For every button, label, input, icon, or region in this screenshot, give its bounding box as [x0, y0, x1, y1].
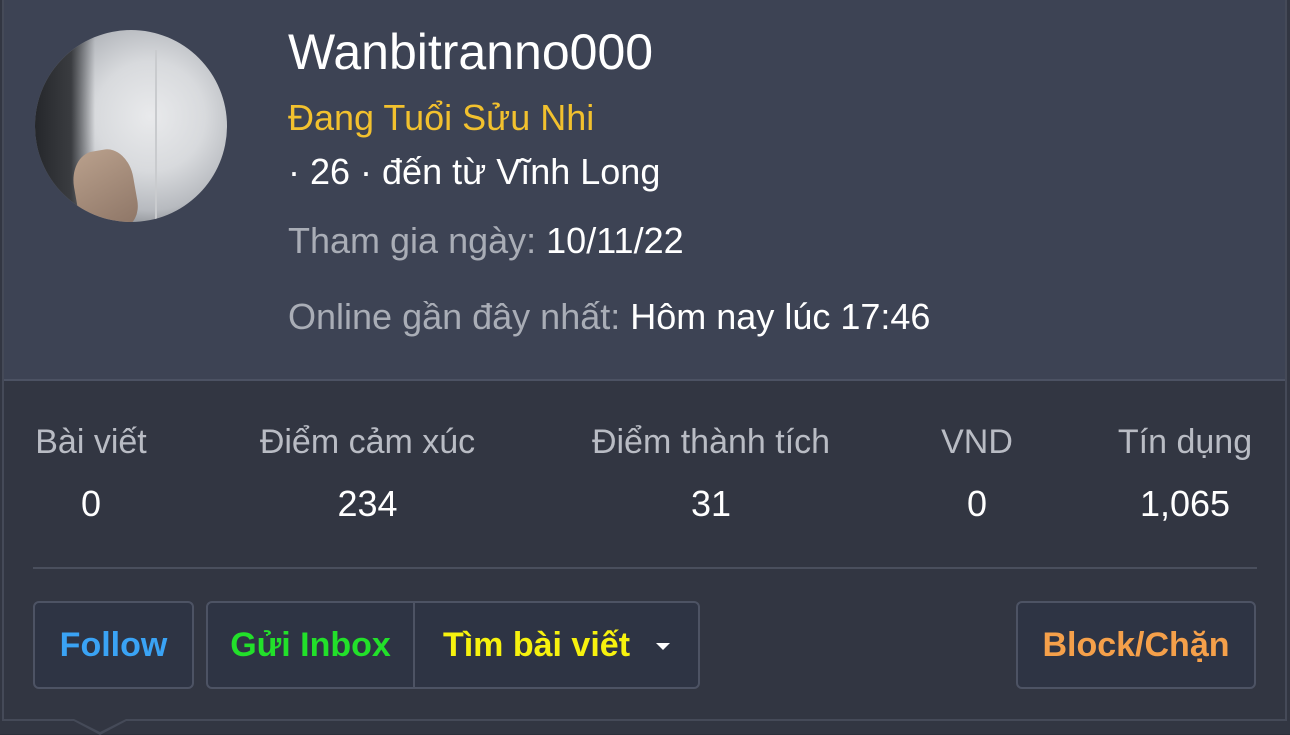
block-button[interactable]: Block/Chặn: [1016, 601, 1256, 689]
stat-label: Tín dụng: [1117, 423, 1253, 461]
stat-value: 1,065: [1139, 483, 1231, 524]
stat-vnd[interactable]: VND 0: [937, 420, 1017, 526]
stat-posts[interactable]: Bài viết 0: [33, 420, 149, 526]
last-online-label: Online gần đây nhất:: [288, 296, 621, 337]
last-online-value: Hôm nay lúc 17:46: [630, 296, 931, 337]
stat-trophy-points[interactable]: Điểm thành tích 31: [585, 420, 837, 526]
avatar[interactable]: [35, 30, 227, 222]
user-info: · 26 · đến từ Vĩnh Long: [288, 151, 661, 192]
stat-label: VND: [941, 423, 1013, 461]
stat-label: Điểm thành tích: [591, 423, 831, 461]
member-tooltip-card: Wanbitranno000 Đang Tuổi Sửu Nhi · 26 · …: [0, 0, 1290, 735]
last-online: Online gần đây nhất: Hôm nay lúc 17:46: [288, 295, 930, 339]
stats-row: Bài viết 0 Điểm cảm xúc 234 Điểm thành t…: [33, 420, 1257, 540]
stat-reactions[interactable]: Điểm cảm xúc 234: [253, 420, 482, 526]
find-posts-dropdown-button[interactable]: Tìm bài viết: [415, 603, 698, 687]
joined-label: Tham gia ngày:: [288, 220, 537, 261]
stat-value: 31: [690, 483, 732, 524]
find-posts-label: Tìm bài viết: [442, 625, 631, 664]
stat-label: Điểm cảm xúc: [259, 423, 476, 461]
send-inbox-button[interactable]: Gửi Inbox: [208, 603, 415, 687]
send-inbox-label: Gửi Inbox: [230, 625, 391, 664]
joined-date: Tham gia ngày: 10/11/22: [288, 219, 684, 263]
stat-value: 0: [80, 483, 102, 524]
stat-credits[interactable]: Tín dụng 1,065: [1113, 420, 1257, 526]
follow-button[interactable]: Follow: [33, 601, 194, 689]
username[interactable]: Wanbitranno000: [288, 22, 653, 82]
action-button-group: Gửi Inbox Tìm bài viết: [206, 601, 700, 689]
stat-value: 234: [337, 483, 398, 524]
profile-header: Wanbitranno000 Đang Tuổi Sửu Nhi · 26 · …: [2, 0, 1287, 381]
caret-down-icon: [656, 642, 671, 650]
user-title: Đang Tuổi Sửu Nhi: [288, 97, 595, 138]
divider: [33, 567, 1257, 569]
joined-value: 10/11/22: [546, 220, 684, 261]
stat-label: Bài viết: [35, 423, 147, 461]
stat-value: 0: [966, 483, 988, 524]
